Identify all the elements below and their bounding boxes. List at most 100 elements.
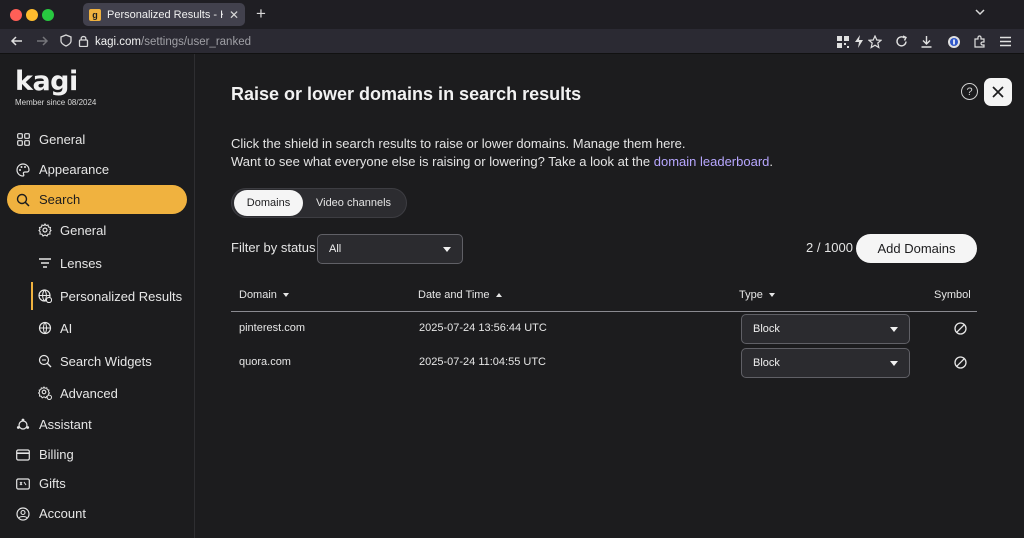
kagi-favicon-icon: g: [89, 8, 101, 21]
sidebar-item-label: Billing: [39, 447, 74, 462]
sidebar-item-label: Assistant: [39, 417, 92, 432]
list-type-toggle: Domains Video channels: [231, 188, 407, 218]
lock-icon[interactable]: [78, 35, 89, 50]
sidebar-item-general[interactable]: General: [7, 125, 187, 154]
search-widget-icon: [38, 354, 52, 368]
sidebar-item-billing[interactable]: Billing: [7, 440, 187, 469]
sidebar-item-assistant[interactable]: Assistant: [7, 410, 187, 439]
browser-tabbar: g Personalized Results - Kagi Sett ✕ +: [0, 0, 1024, 29]
help-icon[interactable]: ?: [961, 83, 978, 100]
dropdown-caret-icon: [890, 360, 898, 366]
ai-icon: [38, 321, 52, 335]
qr-code-icon[interactable]: [835, 34, 850, 49]
extensions-puzzle-icon[interactable]: [972, 34, 987, 49]
page-description: Click the shield in search results to ra…: [231, 135, 773, 170]
row-domain: pinterest.com: [239, 322, 306, 334]
sidebar-item-appearance[interactable]: Appearance: [7, 155, 187, 184]
row-type-value: Block: [753, 357, 780, 369]
domain-count: 2 / 1000: [806, 240, 853, 255]
column-header-date[interactable]: Date and Time: [418, 289, 502, 301]
sidebar-item-label: Appearance: [39, 162, 110, 177]
row-type-select[interactable]: Block: [741, 314, 910, 344]
address-bar[interactable]: kagi.com/settings/user_ranked: [60, 33, 251, 51]
row-type-value: Block: [753, 323, 780, 335]
description-line-2: Want to see what everyone else is raisin…: [231, 153, 774, 169]
sidebar-subitem-advanced[interactable]: Advanced: [31, 379, 187, 407]
sidebar-subitem-lenses[interactable]: Lenses: [31, 249, 187, 277]
sidebar-subitem-label: Lenses: [60, 255, 102, 271]
column-header-type[interactable]: Type: [739, 289, 775, 301]
sort-up-icon: [495, 293, 502, 297]
grid-icon: [16, 133, 30, 147]
zoom-window-button[interactable]: [42, 9, 54, 21]
block-symbol-icon: [954, 322, 967, 335]
close-window-button[interactable]: [10, 9, 22, 21]
menu-hamburger-icon[interactable]: [998, 34, 1013, 49]
dropdown-caret-icon: [443, 246, 451, 252]
browser-tab-active[interactable]: g Personalized Results - Kagi Sett ✕: [83, 3, 245, 26]
sidebar-item-search[interactable]: Search: [7, 185, 187, 214]
column-header-domain[interactable]: Domain: [239, 289, 289, 301]
gift-icon: [16, 477, 30, 491]
gear-icon: [38, 223, 52, 237]
browser-navbar: kagi.com/settings/user_ranked: [0, 29, 1024, 54]
bookmark-star-icon[interactable]: [867, 34, 882, 49]
settings-main: Raise or lower domains in search results…: [196, 54, 1024, 538]
sidebar-subitem-search-widgets[interactable]: Search Widgets: [31, 347, 187, 375]
row-type-select[interactable]: Block: [741, 348, 910, 378]
close-settings-button[interactable]: [984, 78, 1012, 106]
member-since-text: Member since 08/2024: [15, 98, 97, 107]
page-title: Raise or lower domains in search results: [231, 84, 582, 104]
sidebar-subitem-ai[interactable]: AI: [31, 314, 187, 342]
palette-icon: [16, 162, 30, 177]
sort-down-icon: [282, 293, 289, 297]
sidebar-item-label: Search: [39, 192, 81, 207]
lightning-icon[interactable]: [851, 34, 866, 49]
sidebar-subitem-general[interactable]: General: [31, 216, 187, 244]
add-domains-button[interactable]: Add Domains: [856, 234, 977, 263]
sidebar-item-gifts[interactable]: Gifts: [7, 469, 187, 498]
minimize-window-button[interactable]: [26, 9, 38, 21]
url-host: kagi.com: [95, 36, 142, 48]
close-icon: [992, 86, 1004, 98]
row-date: 2025-07-24 11:04:55 UTC: [419, 356, 546, 368]
block-symbol-icon: [954, 356, 967, 369]
billing-icon: [16, 448, 30, 462]
filter-status-select[interactable]: All: [317, 234, 463, 264]
tab-list-chevron-icon[interactable]: [974, 6, 986, 21]
kagi-logo[interactable]: kagi: [15, 66, 78, 97]
account-icon: [16, 506, 30, 521]
url-path: /settings/user_ranked: [141, 36, 251, 48]
tab-domains[interactable]: Domains: [234, 190, 303, 216]
sidebar-subitem-label: Personalized Results: [60, 288, 183, 304]
row-domain: quora.com: [239, 356, 291, 368]
forward-arrow-icon[interactable]: [35, 34, 49, 51]
sidebar-subitem-label: Search Widgets: [60, 353, 152, 369]
table-header-divider: [231, 311, 977, 312]
password-manager-icon[interactable]: [946, 34, 961, 49]
sidebar-item-account[interactable]: Account: [7, 499, 187, 528]
advanced-gear-icon: [38, 386, 52, 400]
row-date: 2025-07-24 13:56:44 UTC: [419, 322, 547, 334]
reload-icon[interactable]: [894, 34, 909, 49]
sidebar-subitem-label: AI: [60, 320, 73, 336]
sidebar-subitem-label: General: [60, 222, 107, 238]
download-icon[interactable]: [919, 34, 934, 49]
new-tab-icon[interactable]: +: [256, 5, 266, 22]
assistant-icon: [16, 418, 30, 432]
tab-title: Personalized Results - Kagi Sett: [107, 8, 223, 21]
tab-video-channels[interactable]: Video channels: [303, 190, 404, 216]
description-line-1: Click the shield in search results to ra…: [231, 136, 686, 151]
dropdown-caret-icon: [890, 326, 898, 332]
lenses-icon: [38, 256, 52, 270]
filter-status-value: All: [329, 243, 342, 255]
filter-status-label: Filter by status: [231, 240, 316, 255]
sidebar-item-label: General: [39, 132, 86, 147]
back-arrow-icon[interactable]: [10, 34, 24, 51]
sidebar-subitem-personalized-results[interactable]: Personalized Results: [31, 282, 187, 310]
domain-leaderboard-link[interactable]: domain leaderboard: [654, 154, 770, 169]
column-header-symbol: Symbol: [934, 289, 971, 301]
tab-close-icon[interactable]: ✕: [229, 9, 239, 21]
search-icon: [16, 193, 30, 207]
shield-icon[interactable]: [60, 34, 72, 50]
